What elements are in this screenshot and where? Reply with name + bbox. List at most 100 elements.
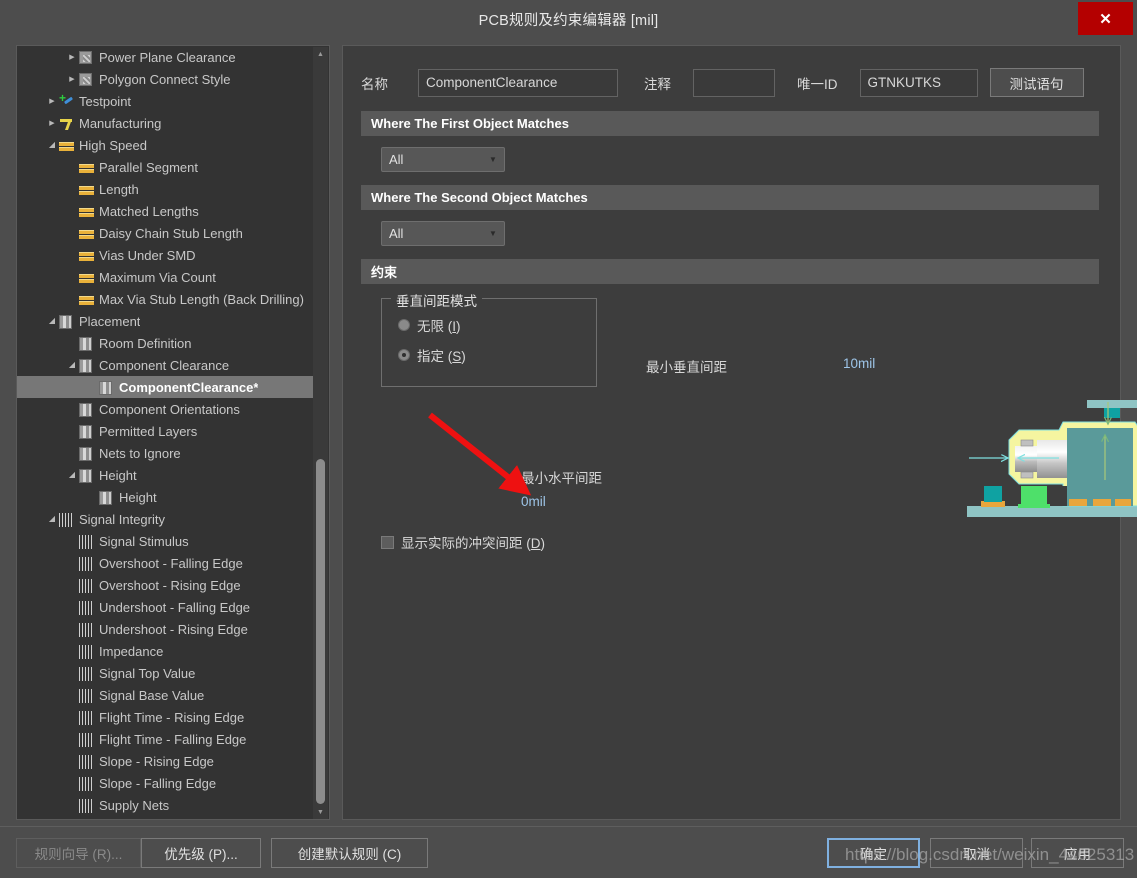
tree-item[interactable]: Matched Lengths (17, 200, 314, 222)
chevron-right-icon[interactable]: ▶ (65, 76, 79, 83)
placement-icon-wrap (79, 336, 96, 351)
tree-item[interactable]: Nets to Ignore (17, 442, 314, 464)
signal-integrity-icon-wrap (79, 776, 96, 791)
testpoint-icon (59, 91, 74, 109)
tree-item[interactable]: ◢ Height (17, 464, 314, 486)
placement-icon (79, 337, 92, 351)
tree-item[interactable]: ComponentClearance* (17, 376, 314, 398)
create-default-rules-button[interactable]: 创建默认规则 (C) (271, 838, 428, 868)
tree-item[interactable]: Flight Time - Rising Edge (17, 706, 314, 728)
comment-label: 注释 (644, 76, 671, 92)
tree-item[interactable]: Height (17, 486, 314, 508)
placement-icon-wrap (99, 380, 116, 395)
chevron-right-icon[interactable]: ▶ (45, 98, 59, 105)
tree-item-label: Impedance (99, 643, 164, 659)
signal-integrity-icon-wrap (59, 512, 76, 527)
tree-item[interactable]: Signal Top Value (17, 662, 314, 684)
tree-item[interactable]: ◢ Signal Integrity (17, 508, 314, 530)
tree-item[interactable]: Parallel Segment (17, 156, 314, 178)
tree-item[interactable]: Undershoot - Rising Edge (17, 618, 314, 640)
show-actual-clearance-checkbox[interactable]: 显示实际的冲突间距 (D) (381, 532, 545, 552)
tree-item[interactable]: ◢ Component Clearance (17, 354, 314, 376)
unique-id-input[interactable] (859, 68, 978, 97)
signal-integrity-icon (79, 777, 94, 791)
tree-item[interactable]: Daisy Chain Stub Length (17, 222, 314, 244)
tree-item[interactable]: ▶ Manufacturing (17, 112, 314, 134)
tree-item-label: High Speed (79, 137, 147, 153)
min-vertical-value[interactable]: 10mil (843, 356, 875, 371)
radio-infinite-label: 无限 (I) (417, 319, 461, 334)
cancel-button[interactable]: 取消 (930, 838, 1023, 868)
chevron-down-icon[interactable]: ◢ (65, 471, 79, 479)
signal-integrity-icon (79, 557, 94, 571)
rule-wizard-button[interactable]: 规则向导 (R)... (16, 838, 141, 868)
tree-item[interactable]: ▶ Power Plane Clearance (17, 46, 314, 68)
tree-item-label: Matched Lengths (99, 203, 199, 219)
tree-scrollbar[interactable]: ▲ ▼ (313, 47, 328, 819)
tree-item[interactable]: Signal Stimulus (17, 530, 314, 552)
scroll-up-icon[interactable]: ▲ (313, 47, 328, 62)
scrollbar-thumb[interactable] (316, 459, 325, 804)
tree-item[interactable]: Slope - Falling Edge (17, 772, 314, 794)
second-object-scope-dropdown[interactable]: All ▼ (381, 221, 505, 246)
chevron-down-icon[interactable]: ◢ (65, 361, 79, 369)
tree-item[interactable]: Max Via Stub Length (Back Drilling) (17, 288, 314, 310)
high-speed-icon-wrap (79, 248, 96, 262)
signal-integrity-icon-wrap (79, 666, 96, 681)
tree-item[interactable]: Flight Time - Falling Edge (17, 728, 314, 750)
chevron-down-icon[interactable]: ◢ (45, 515, 59, 523)
tree-item[interactable]: Overshoot - Falling Edge (17, 552, 314, 574)
tree-item[interactable]: Supply Nets (17, 794, 314, 816)
radio-specified-indicator (398, 349, 410, 361)
high-speed-icon-wrap (79, 270, 96, 284)
signal-integrity-icon (79, 579, 94, 593)
min-horizontal-value[interactable]: 0mil (521, 494, 546, 509)
high-speed-icon (79, 183, 95, 197)
tree-item[interactable]: Impedance (17, 640, 314, 662)
radio-specified[interactable]: 指定 (S) (398, 343, 596, 367)
signal-integrity-icon (79, 601, 94, 615)
signal-integrity-icon (59, 513, 74, 527)
apply-button[interactable]: 应用 (1031, 838, 1124, 868)
chevron-right-icon[interactable]: ▶ (45, 120, 59, 127)
close-icon[interactable]: ✕ (1078, 2, 1133, 35)
comment-input[interactable] (693, 68, 775, 97)
ok-button[interactable]: 确定 (827, 838, 920, 868)
tree-item[interactable]: Slope - Rising Edge (17, 750, 314, 772)
placement-icon-wrap (79, 446, 96, 461)
tree-item[interactable]: Overshoot - Rising Edge (17, 574, 314, 596)
high-speed-icon-wrap (79, 226, 96, 240)
placement-icon-wrap (59, 314, 76, 329)
polygon-connect-style-icon-wrap (79, 72, 96, 86)
tree-item[interactable]: Signal Base Value (17, 684, 314, 706)
tree-item-label: Slope - Falling Edge (99, 775, 217, 791)
tree-item[interactable]: Component Orientations (17, 398, 314, 420)
tree-item[interactable]: ◢ Placement (17, 310, 314, 332)
tree-item[interactable]: Undershoot - Falling Edge (17, 596, 314, 618)
radio-infinite[interactable]: 无限 (I) (398, 313, 596, 337)
name-input[interactable] (418, 68, 618, 97)
test-query-button[interactable]: 测试语句 (989, 68, 1084, 97)
rule-tree-panel: ▶ Power Plane Clearance ▶ Polygon Connect S… (16, 45, 330, 820)
tree-item[interactable]: ◢ High Speed (17, 134, 314, 156)
tree-item[interactable]: ▶ Polygon Connect Style (17, 68, 314, 90)
tree-item[interactable]: Vias Under SMD (17, 244, 314, 266)
testpoint-icon-wrap (59, 91, 76, 109)
tree-item[interactable]: ▶ Testpoint (17, 90, 314, 112)
chevron-right-icon[interactable]: ▶ (65, 54, 79, 61)
scroll-down-icon[interactable]: ▼ (313, 805, 328, 819)
chevron-down-icon[interactable]: ◢ (45, 141, 59, 149)
signal-integrity-icon-wrap (79, 622, 96, 637)
tree-item[interactable]: Maximum Via Count (17, 266, 314, 288)
tree-item[interactable]: Permitted Layers (17, 420, 314, 442)
signal-integrity-icon (79, 755, 94, 769)
high-speed-icon-wrap (59, 138, 76, 152)
rule-tree[interactable]: ▶ Power Plane Clearance ▶ Polygon Connect S… (17, 46, 314, 819)
tree-item[interactable]: Length (17, 178, 314, 200)
tree-item-label: Polygon Connect Style (99, 71, 231, 87)
first-object-scope-dropdown[interactable]: All ▼ (381, 147, 505, 172)
priority-button[interactable]: 优先级 (P)... (141, 838, 261, 868)
chevron-down-icon[interactable]: ◢ (45, 317, 59, 325)
signal-integrity-icon (79, 689, 94, 703)
tree-item[interactable]: Room Definition (17, 332, 314, 354)
